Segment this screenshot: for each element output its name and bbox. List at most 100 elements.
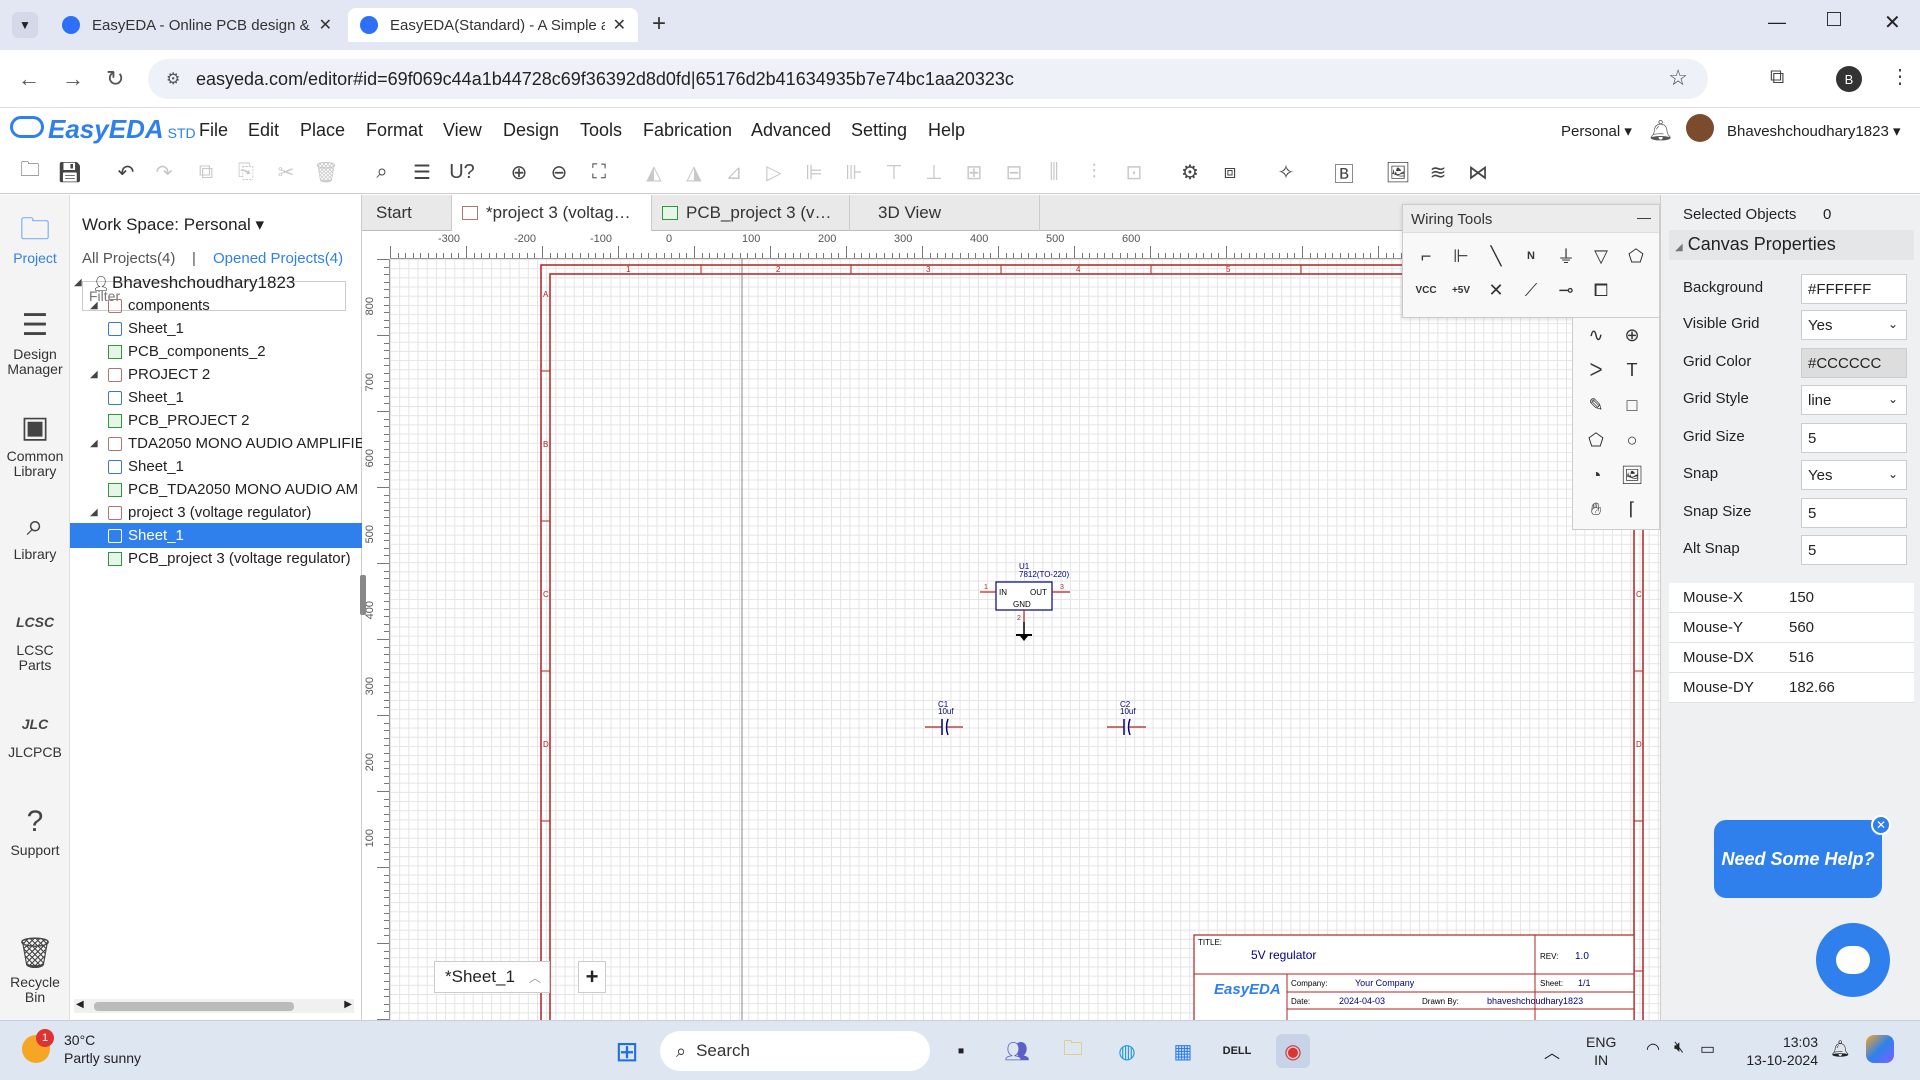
site-info-icon[interactable]: ⚙ (166, 69, 180, 89)
minimize-panel-icon[interactable]: — (1637, 209, 1651, 225)
back-icon[interactable]: ← (18, 66, 40, 92)
bom-icon[interactable]: 🄱 (1330, 158, 1358, 186)
copy-icon[interactable]: ⧉ (192, 158, 220, 186)
tree-folder[interactable]: ◢ PROJECT 2 (70, 362, 362, 387)
capacitor-c1[interactable]: C1 10uf (925, 700, 963, 736)
volume-icon[interactable]: 🔇︎ (1674, 1039, 1684, 1057)
group-tool-icon[interactable]: ⧠ (1586, 275, 1616, 305)
expand-triangle-icon[interactable]: ◢ (90, 300, 102, 311)
grid-color-field[interactable]: #CCCCCC (1801, 348, 1907, 378)
language-indicator[interactable]: ENG IN (1586, 1033, 1616, 1069)
background-field[interactable]: #FFFFFF (1801, 274, 1907, 304)
capacitor-c2[interactable]: C2 10uf (1107, 700, 1146, 736)
visible-grid-select[interactable]: Yes ⌄ (1801, 310, 1907, 340)
tab-schematic[interactable]: *project 3 (voltag… (452, 195, 652, 231)
tab-start[interactable]: Start (362, 195, 452, 231)
opened-projects-link[interactable]: Opened Projects(4) (213, 250, 343, 267)
no-connect-flag-icon[interactable]: ✕ (1481, 275, 1511, 305)
forward-icon[interactable]: → (62, 66, 84, 92)
distribute-v-icon[interactable]: ⫶ (1080, 158, 1108, 186)
minimize-window-icon[interactable]: — (1768, 12, 1786, 33)
menu-view[interactable]: View (443, 120, 482, 141)
grid-size-field[interactable]: 5 (1801, 423, 1907, 453)
menu-fabrication[interactable]: Fabrication (643, 120, 732, 141)
align-right-icon[interactable]: ⊪ (840, 158, 868, 186)
restore-window-icon[interactable] (1827, 12, 1841, 26)
tree-file[interactable]: Sheet_1 (70, 454, 362, 479)
url-field[interactable]: ⚙ easyeda.com/editor#id=69f069c44a1b4472… (148, 59, 1708, 99)
tree-folder[interactable]: ◢ TDA2050 MONO AUDIO AMPLIFIE (70, 431, 362, 456)
distribute-h-icon[interactable]: ⫼ (1040, 158, 1068, 186)
close-tab-icon[interactable]: ✕ (319, 15, 332, 35)
share-icon[interactable]: ⋈ (1464, 158, 1492, 186)
canvas-properties-header[interactable]: ◢ Canvas Properties (1669, 230, 1914, 260)
menu-tools[interactable]: Tools (580, 120, 622, 141)
chrome-icon[interactable]: ◉ (1276, 1034, 1310, 1068)
vcc-flag-icon[interactable]: VCC (1411, 275, 1441, 305)
pin-tool-icon[interactable]: ⊸ (1551, 275, 1581, 305)
rail-support[interactable]: ? Support (0, 805, 70, 858)
bus-entry-tool-icon[interactable]: ╲ (1481, 241, 1511, 271)
stack-icon[interactable]: ≋ (1424, 158, 1452, 186)
menu-file[interactable]: File (199, 120, 228, 141)
help-bubble[interactable]: Need Some Help? (1714, 820, 1882, 898)
voltage-probe-icon[interactable]: ⟋ (1516, 275, 1546, 305)
chevron-up-icon[interactable]: ︿ (529, 969, 541, 986)
notification-bell-icon[interactable]: 🔔︎ (1648, 118, 1673, 143)
rail-common-library[interactable]: ▣ Common Library (0, 411, 70, 479)
schematic-canvas[interactable]: -300 -200 -100 0 100 200 300 400 500 600 800 700 60… (362, 231, 1660, 1020)
rail-design-manager[interactable]: ☰ Design Manager (0, 309, 70, 377)
user-menu[interactable]: Bhaveshchoudhary1823 ▾ (1727, 122, 1901, 140)
arc-tool-icon[interactable]: ◔ (1581, 460, 1611, 490)
cut-icon[interactable]: ✂ (272, 158, 300, 186)
fit-view-icon[interactable]: ⛶ (585, 158, 613, 186)
battery-icon[interactable]: ▭ (1700, 1039, 1715, 1059)
user-avatar[interactable] (1686, 114, 1714, 142)
rotate-left-icon[interactable]: ◭ (640, 158, 668, 186)
tree-file[interactable]: PCB_project 3 (voltage regulator) (70, 546, 362, 571)
tree-user-root[interactable]: ◢ 👤︎ Bhaveshchoudhary1823 (70, 270, 362, 295)
snap-select[interactable]: Yes ⌄ (1801, 460, 1907, 490)
tab-pcb[interactable]: PCB_project 3 (v… (652, 195, 850, 231)
align-left-icon[interactable]: ⊫ (800, 158, 828, 186)
circle-tool-icon[interactable]: ○ (1617, 425, 1647, 455)
save-icon[interactable]: 💾︎ (56, 158, 84, 186)
browser-tab-easyeda-editor[interactable]: EasyEDA(Standard) - A Simple a ✕ (348, 8, 638, 42)
zoom-out-icon[interactable]: ⊖ (545, 158, 573, 186)
tab-3d-view[interactable]: 3D View (850, 195, 1040, 231)
start-button[interactable]: ⊞ (610, 1034, 644, 1068)
align-center-h-icon[interactable]: ⊞ (960, 158, 988, 186)
tree-folder[interactable]: ◢ project 3 (voltage regulator) (70, 500, 362, 525)
image-tool-icon[interactable]: 🖼︎ (1617, 460, 1647, 490)
browser-tab-easyeda-home[interactable]: EasyEDA - Online PCB design & ✕ (50, 8, 344, 42)
scrollbar-thumb[interactable] (94, 1002, 294, 1011)
task-view-icon[interactable]: ▪ (944, 1034, 978, 1068)
menu-setting[interactable]: Setting (851, 120, 907, 141)
net-port-icon[interactable]: ⬠ (1621, 241, 1651, 271)
edge-icon[interactable]: ◍ (1110, 1034, 1144, 1068)
tree-file[interactable]: PCB_TDA2050 MONO AUDIO AM (70, 477, 362, 502)
expand-triangle-icon[interactable]: ◢ (90, 507, 102, 518)
profile-avatar[interactable]: B (1836, 66, 1862, 92)
menu-design[interactable]: Design (503, 120, 559, 141)
rail-recycle-bin[interactable]: 🗑︎ Recycle Bin (0, 937, 70, 1005)
u1-regulator[interactable]: U1 7812(TO-220) IN OUT GND 1 3 2 (980, 562, 1070, 641)
workspace-selector[interactable]: Work Space: Personal ▾ (82, 215, 264, 235)
left-panel-collapse-handle[interactable] (360, 575, 366, 615)
paste-icon[interactable]: ⎘ (232, 158, 260, 186)
tree-file[interactable]: Sheet_1 (70, 316, 362, 341)
notification-icon[interactable]: 🔔︎ (1830, 1039, 1850, 1059)
delete-icon[interactable]: 🗑︎ (312, 158, 340, 186)
pcb-convert-icon[interactable]: ⚙ (1176, 158, 1204, 186)
arrow-tool-icon[interactable]: ᐳ (1581, 355, 1611, 385)
plus5v-flag-icon[interactable]: +5V (1446, 275, 1476, 305)
update-icon[interactable]: U? (448, 158, 476, 186)
schematic-sheet[interactable]: 1122334455AABBCCDD U1 7812(TO-220) IN OU… (362, 231, 1660, 1020)
close-help-icon[interactable]: ✕ (1871, 815, 1891, 835)
align-top-icon[interactable]: ⊤ (880, 158, 908, 186)
all-projects-link[interactable]: All Projects(4) (82, 250, 175, 267)
freehand-tool-icon[interactable]: ✎ (1581, 390, 1611, 420)
export-image-icon[interactable]: 🖼︎ (1384, 158, 1412, 186)
bezier-tool-icon[interactable]: ∿ (1581, 320, 1611, 350)
scroll-left-arrow[interactable]: ◀ (76, 999, 84, 1010)
